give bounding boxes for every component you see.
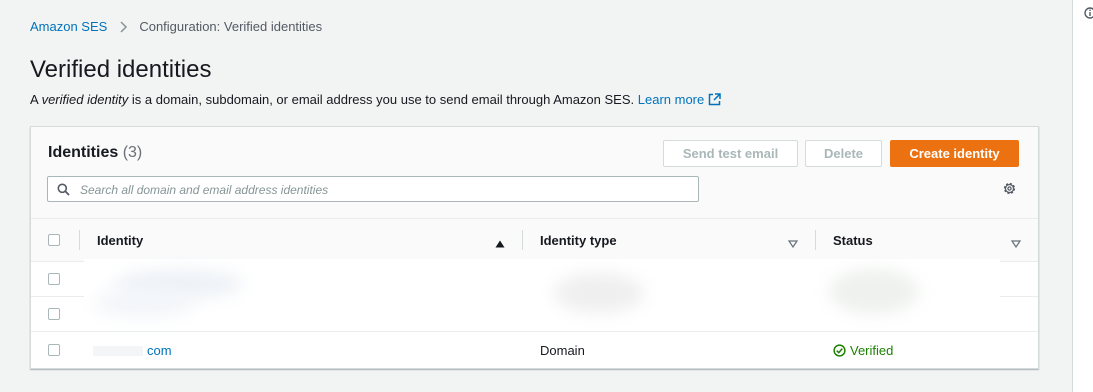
delete-button[interactable]: Delete — [805, 140, 882, 167]
caret-up-icon[interactable] — [495, 235, 505, 253]
search-icon — [57, 183, 70, 201]
identity-type-cell: Domain — [540, 343, 585, 358]
tools-panel-rail — [1072, 0, 1093, 392]
status-cell: Verified — [833, 343, 893, 358]
panel-header: Identities (3) Send test email Delete Cr… — [31, 127, 1038, 218]
learn-more-link[interactable]: Learn more — [638, 92, 721, 107]
page-description: A verified identity is a domain, subdoma… — [30, 92, 721, 109]
send-test-email-button[interactable]: Send test email — [663, 140, 798, 167]
gear-icon[interactable] — [1002, 181, 1017, 201]
column-header-identity[interactable]: Identity — [97, 233, 143, 248]
search-box — [47, 176, 699, 202]
select-all-checkbox[interactable] — [48, 234, 60, 246]
panel-title: Identities (3) — [48, 144, 142, 162]
column-separator — [522, 230, 523, 250]
identity-count: (3) — [122, 144, 143, 161]
panel-title-label: Identities — [48, 144, 119, 161]
table-header: Identity Identity type Status — [31, 218, 1038, 262]
info-icon[interactable] — [1084, 6, 1093, 24]
redacted-status — [829, 269, 919, 314]
identity-cell: com — [93, 343, 172, 358]
chevron-right-icon — [119, 20, 128, 34]
redacted-name — [93, 346, 143, 356]
status-label: Verified — [850, 343, 894, 358]
column-header-status[interactable]: Status — [833, 233, 873, 248]
redacted-region — [84, 259, 1000, 330]
redacted-identity — [94, 289, 194, 317]
row-checkbox[interactable] — [48, 273, 60, 285]
check-circle-icon — [833, 344, 846, 357]
caret-down-icon[interactable] — [787, 235, 799, 253]
redacted-type — [554, 273, 644, 313]
column-separator — [815, 230, 816, 250]
column-separator — [79, 230, 80, 250]
description-emphasis: verified identity — [41, 92, 129, 107]
caret-down-icon[interactable] — [1010, 235, 1022, 253]
row-checkbox[interactable] — [48, 308, 60, 320]
search-input[interactable] — [78, 180, 682, 200]
create-identity-button[interactable]: Create identity — [890, 140, 1019, 167]
page-title: Verified identities — [30, 56, 212, 83]
identities-table-panel: Identities (3) Send test email Delete Cr… — [30, 126, 1039, 369]
breadcrumb-link-amazon-ses[interactable]: Amazon SES — [30, 19, 107, 34]
column-header-identity-type[interactable]: Identity type — [540, 233, 617, 248]
description-suffix: is a domain, subdomain, or email address… — [128, 92, 635, 107]
external-link-icon — [708, 93, 721, 109]
identity-link[interactable]: com — [147, 343, 172, 358]
row-checkbox[interactable] — [48, 344, 60, 356]
breadcrumb: Amazon SES Configuration: Verified ident… — [30, 19, 322, 34]
table-row[interactable]: com Domain Verified — [31, 332, 1038, 367]
learn-more-label: Learn more — [637, 92, 705, 107]
description-prefix: A — [30, 92, 42, 107]
breadcrumb-current: Configuration: Verified identities — [139, 19, 323, 34]
